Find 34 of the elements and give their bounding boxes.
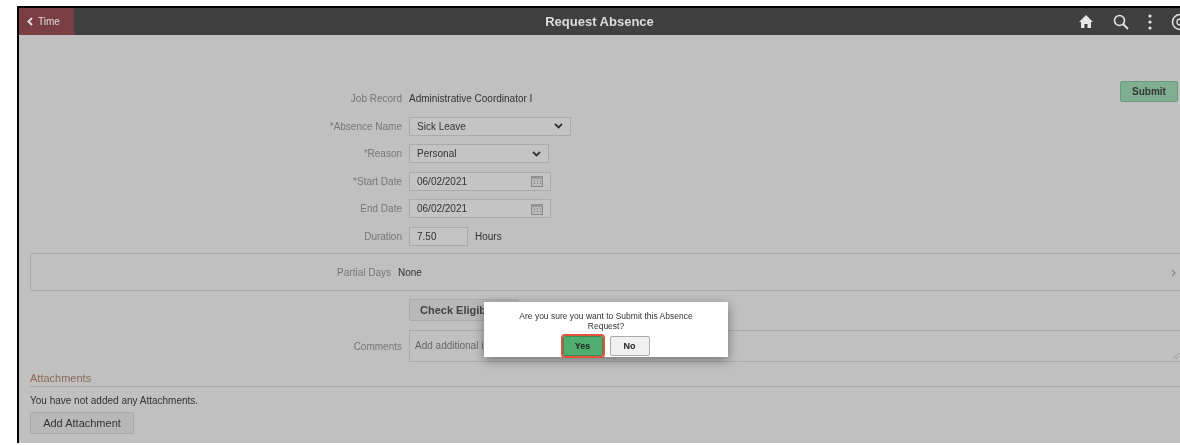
field-label: Partial Days [336, 266, 392, 278]
dropdown-field[interactable]: Personal [409, 144, 549, 164]
more-options-icon[interactable] [1148, 13, 1152, 30]
field-label: End Date [359, 203, 403, 215]
unit-label: Hours [475, 230, 502, 242]
field-label: Job Record [349, 93, 403, 105]
field-value: Administrative Coordinator I [409, 93, 533, 105]
chevron-right-icon [1171, 269, 1176, 277]
partial-days-panel[interactable]: Partial Days None [30, 253, 1180, 291]
back-button[interactable]: Time [19, 8, 74, 35]
no-button[interactable]: No [609, 336, 650, 356]
date-field[interactable]: 06/02/2021 [409, 171, 551, 191]
date-field[interactable]: 06/02/2021 [409, 199, 551, 219]
submit-button[interactable]: Submit [1120, 81, 1178, 102]
field-label: *Start Date [352, 175, 403, 187]
chevron-left-icon [27, 17, 33, 26]
resize-grip-icon [1173, 353, 1179, 359]
add-attachment-button[interactable]: Add Attachment [30, 412, 134, 434]
home-icon[interactable] [1078, 14, 1094, 29]
field-label: *Absence Name [328, 120, 403, 132]
field-value: None [398, 266, 422, 278]
dialog-message: Are you sure you want to Submit this Absence Request? [518, 311, 694, 331]
field-label: Duration [363, 230, 403, 242]
field-label: Comments [352, 340, 403, 352]
search-icon[interactable] [1113, 13, 1129, 30]
yes-button[interactable]: Yes [562, 336, 603, 356]
chevron-down-icon [532, 150, 541, 157]
field-label: *Reason [362, 148, 403, 160]
section-heading: Attachments [30, 372, 1180, 387]
duration-field[interactable]: 7.50 [409, 226, 468, 246]
page-title: Request Absence [545, 14, 654, 29]
chevron-down-icon [554, 123, 563, 130]
empty-message: You have not added any Attachments. [30, 395, 200, 406]
dropdown-field[interactable]: Sick Leave [409, 116, 571, 136]
